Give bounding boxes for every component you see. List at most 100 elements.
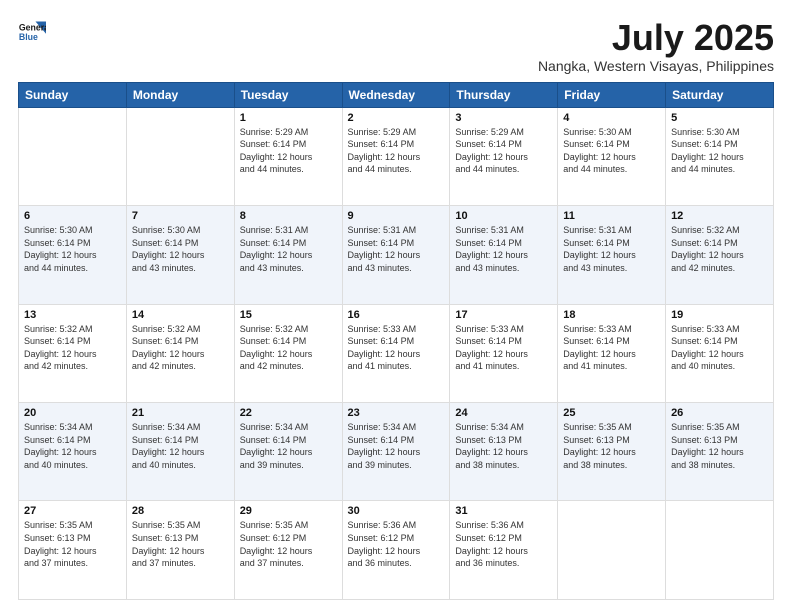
- day-number: 2: [348, 112, 445, 124]
- table-row: 26 Sunrise: 5:35 AM Sunset: 6:13 PM Dayli…: [666, 403, 774, 501]
- table-row: [19, 107, 127, 205]
- day-info: Sunrise: 5:30 AM Sunset: 6:14 PM Dayligh…: [563, 126, 660, 176]
- table-row: 24 Sunrise: 5:34 AM Sunset: 6:13 PM Dayli…: [450, 403, 558, 501]
- table-row: 6Sunrise: 5:30 AM Sunset: 6:14 PM Daylig…: [19, 206, 127, 304]
- table-row: 10 Sunrise: 5:31 AM Sunset: 6:14 PM Dayli…: [450, 206, 558, 304]
- day-info: Sunrise: 5:34 AM Sunset: 6:14 PM Dayligh…: [132, 421, 229, 471]
- day-number: 12: [671, 210, 768, 222]
- day-number: 25: [563, 407, 660, 419]
- day-info: Sunrise: 5:35 AM Sunset: 6:13 PM Dayligh…: [671, 421, 768, 471]
- calendar-table: Sunday Monday Tuesday Wednesday Thursday…: [18, 82, 774, 600]
- table-row: 29Sunrise: 5:35 AM Sunset: 6:12 PM Dayli…: [234, 501, 342, 600]
- day-info: Sunrise: 5:32 AM Sunset: 6:14 PM Dayligh…: [671, 224, 768, 274]
- day-info: Sunrise: 5:35 AM Sunset: 6:13 PM Dayligh…: [563, 421, 660, 471]
- table-row: 15 Sunrise: 5:32 AM Sunset: 6:14 PM Dayli…: [234, 304, 342, 402]
- day-number: 8: [240, 210, 337, 222]
- day-number: 22: [240, 407, 337, 419]
- day-number: 21: [132, 407, 229, 419]
- table-row: 3Sunrise: 5:29 AM Sunset: 6:14 PM Daylig…: [450, 107, 558, 205]
- day-info: Sunrise: 5:33 AM Sunset: 6:14 PM Dayligh…: [563, 323, 660, 373]
- day-number: 11: [563, 210, 660, 222]
- day-number: 26: [671, 407, 768, 419]
- day-number: 4: [563, 112, 660, 124]
- table-row: [666, 501, 774, 600]
- day-info: Sunrise: 5:31 AM Sunset: 6:14 PM Dayligh…: [455, 224, 552, 274]
- col-monday: Monday: [126, 82, 234, 107]
- day-number: 30: [348, 505, 445, 517]
- week-row-2: 6 Sunrise: 5:30 AM Sunset: 6:14 PM Daylig…: [19, 206, 774, 304]
- day-number: 27: [24, 505, 121, 517]
- table-row: 8 Sunrise: 5:31 AM Sunset: 6:14 PM Daylig…: [234, 206, 342, 304]
- day-number: 18: [563, 309, 660, 321]
- day-number: 13: [24, 309, 121, 321]
- day-number: 6: [24, 210, 121, 222]
- col-saturday: Saturday: [666, 82, 774, 107]
- col-friday: Friday: [558, 82, 666, 107]
- day-info: Sunrise: 5:29 AM Sunset: 6:14 PM Dayligh…: [240, 126, 337, 176]
- calendar-title: July 2025: [538, 18, 774, 58]
- day-info: Sunrise: 5:31 AM Sunset: 6:14 PM Dayligh…: [348, 224, 445, 274]
- table-row: 5 Sunrise: 5:30 AM Sunset: 6:14 PM Daylig…: [666, 107, 774, 205]
- day-number: 9: [348, 210, 445, 222]
- week-row-1: 1 Sunrise: 5:29 AM Sunset: 6:14 PM Daylig…: [19, 107, 774, 205]
- day-info: Sunrise: 5:30 AM Sunset: 6:14 PM Dayligh…: [132, 224, 229, 274]
- header: General Blue July 2025 Nangka, Western V…: [18, 18, 774, 74]
- day-info: Sunrise: 5:31 AM Sunset: 6:14 PM Dayligh…: [240, 224, 337, 274]
- day-number: 5: [671, 112, 768, 124]
- day-info: Sunrise: 5:33 AM Sunset: 6:14 PM Dayligh…: [348, 323, 445, 373]
- day-info: Sunrise: 5:34 AM Sunset: 6:14 PM Dayligh…: [240, 421, 337, 471]
- title-block: July 2025 Nangka, Western Visayas, Phili…: [538, 18, 774, 74]
- day-number: 14: [132, 309, 229, 321]
- day-info: Sunrise: 5:34 AM Sunset: 6:13 PM Dayligh…: [455, 421, 552, 471]
- table-row: [126, 107, 234, 205]
- week-row-4: 20Sunrise: 5:34 AM Sunset: 6:14 PM Dayli…: [19, 403, 774, 501]
- day-info: Sunrise: 5:35 AM Sunset: 6:12 PM Dayligh…: [240, 519, 337, 569]
- day-number: 31: [455, 505, 552, 517]
- day-info: Sunrise: 5:31 AM Sunset: 6:14 PM Dayligh…: [563, 224, 660, 274]
- table-row: 1 Sunrise: 5:29 AM Sunset: 6:14 PM Daylig…: [234, 107, 342, 205]
- week-row-3: 13 Sunrise: 5:32 AM Sunset: 6:14 PM Dayli…: [19, 304, 774, 402]
- day-number: 19: [671, 309, 768, 321]
- table-row: 17 Sunrise: 5:33 AM Sunset: 6:14 PM Dayli…: [450, 304, 558, 402]
- day-number: 17: [455, 309, 552, 321]
- day-info: Sunrise: 5:34 AM Sunset: 6:14 PM Dayligh…: [348, 421, 445, 471]
- table-row: 30 Sunrise: 5:36 AM Sunset: 6:12 PM Dayli…: [342, 501, 450, 600]
- day-info: Sunrise: 5:32 AM Sunset: 6:14 PM Dayligh…: [240, 323, 337, 373]
- col-thursday: Thursday: [450, 82, 558, 107]
- table-row: 4 Sunrise: 5:30 AM Sunset: 6:14 PM Daylig…: [558, 107, 666, 205]
- day-info: Sunrise: 5:35 AM Sunset: 6:13 PM Dayligh…: [24, 519, 121, 569]
- day-info: Sunrise: 5:35 AM Sunset: 6:13 PM Dayligh…: [132, 519, 229, 569]
- table-row: 13 Sunrise: 5:32 AM Sunset: 6:14 PM Dayli…: [19, 304, 127, 402]
- svg-text:Blue: Blue: [19, 32, 38, 42]
- table-row: 9 Sunrise: 5:31 AM Sunset: 6:14 PM Daylig…: [342, 206, 450, 304]
- calendar-subtitle: Nangka, Western Visayas, Philippines: [538, 58, 774, 74]
- logo: General Blue: [18, 18, 48, 46]
- day-info: Sunrise: 5:33 AM Sunset: 6:14 PM Dayligh…: [671, 323, 768, 373]
- table-row: [558, 501, 666, 600]
- table-row: 16 Sunrise: 5:33 AM Sunset: 6:14 PM Dayli…: [342, 304, 450, 402]
- day-info: Sunrise: 5:29 AM Sunset: 6:14 PM Dayligh…: [455, 126, 552, 176]
- week-row-5: 27 Sunrise: 5:35 AM Sunset: 6:13 PM Dayli…: [19, 501, 774, 600]
- day-number: 10: [455, 210, 552, 222]
- day-number: 28: [132, 505, 229, 517]
- day-number: 24: [455, 407, 552, 419]
- table-row: 18 Sunrise: 5:33 AM Sunset: 6:14 PM Dayli…: [558, 304, 666, 402]
- table-row: 21 Sunrise: 5:34 AM Sunset: 6:14 PM Dayli…: [126, 403, 234, 501]
- day-info: Sunrise: 5:36 AM Sunset: 6:12 PM Dayligh…: [455, 519, 552, 569]
- col-sunday: Sunday: [19, 82, 127, 107]
- table-row: 25 Sunrise: 5:35 AM Sunset: 6:13 PM Dayli…: [558, 403, 666, 501]
- day-info: Sunrise: 5:29 AM Sunset: 6:14 PM Dayligh…: [348, 126, 445, 176]
- table-row: 23 Sunrise: 5:34 AM Sunset: 6:14 PM Dayli…: [342, 403, 450, 501]
- day-info: Sunrise: 5:36 AM Sunset: 6:12 PM Dayligh…: [348, 519, 445, 569]
- day-info: Sunrise: 5:32 AM Sunset: 6:14 PM Dayligh…: [24, 323, 121, 373]
- day-number: 15: [240, 309, 337, 321]
- day-number: 16: [348, 309, 445, 321]
- logo-icon: General Blue: [18, 18, 46, 46]
- day-number: 7: [132, 210, 229, 222]
- day-number: 1: [240, 112, 337, 124]
- table-row: 28 Sunrise: 5:35 AM Sunset: 6:13 PM Dayli…: [126, 501, 234, 600]
- day-info: Sunrise: 5:33 AM Sunset: 6:14 PM Dayligh…: [455, 323, 552, 373]
- table-row: 2 Sunrise: 5:29 AM Sunset: 6:14 PM Daylig…: [342, 107, 450, 205]
- day-number: 23: [348, 407, 445, 419]
- day-info: Sunrise: 5:30 AM Sunset: 6:14 PM Dayligh…: [671, 126, 768, 176]
